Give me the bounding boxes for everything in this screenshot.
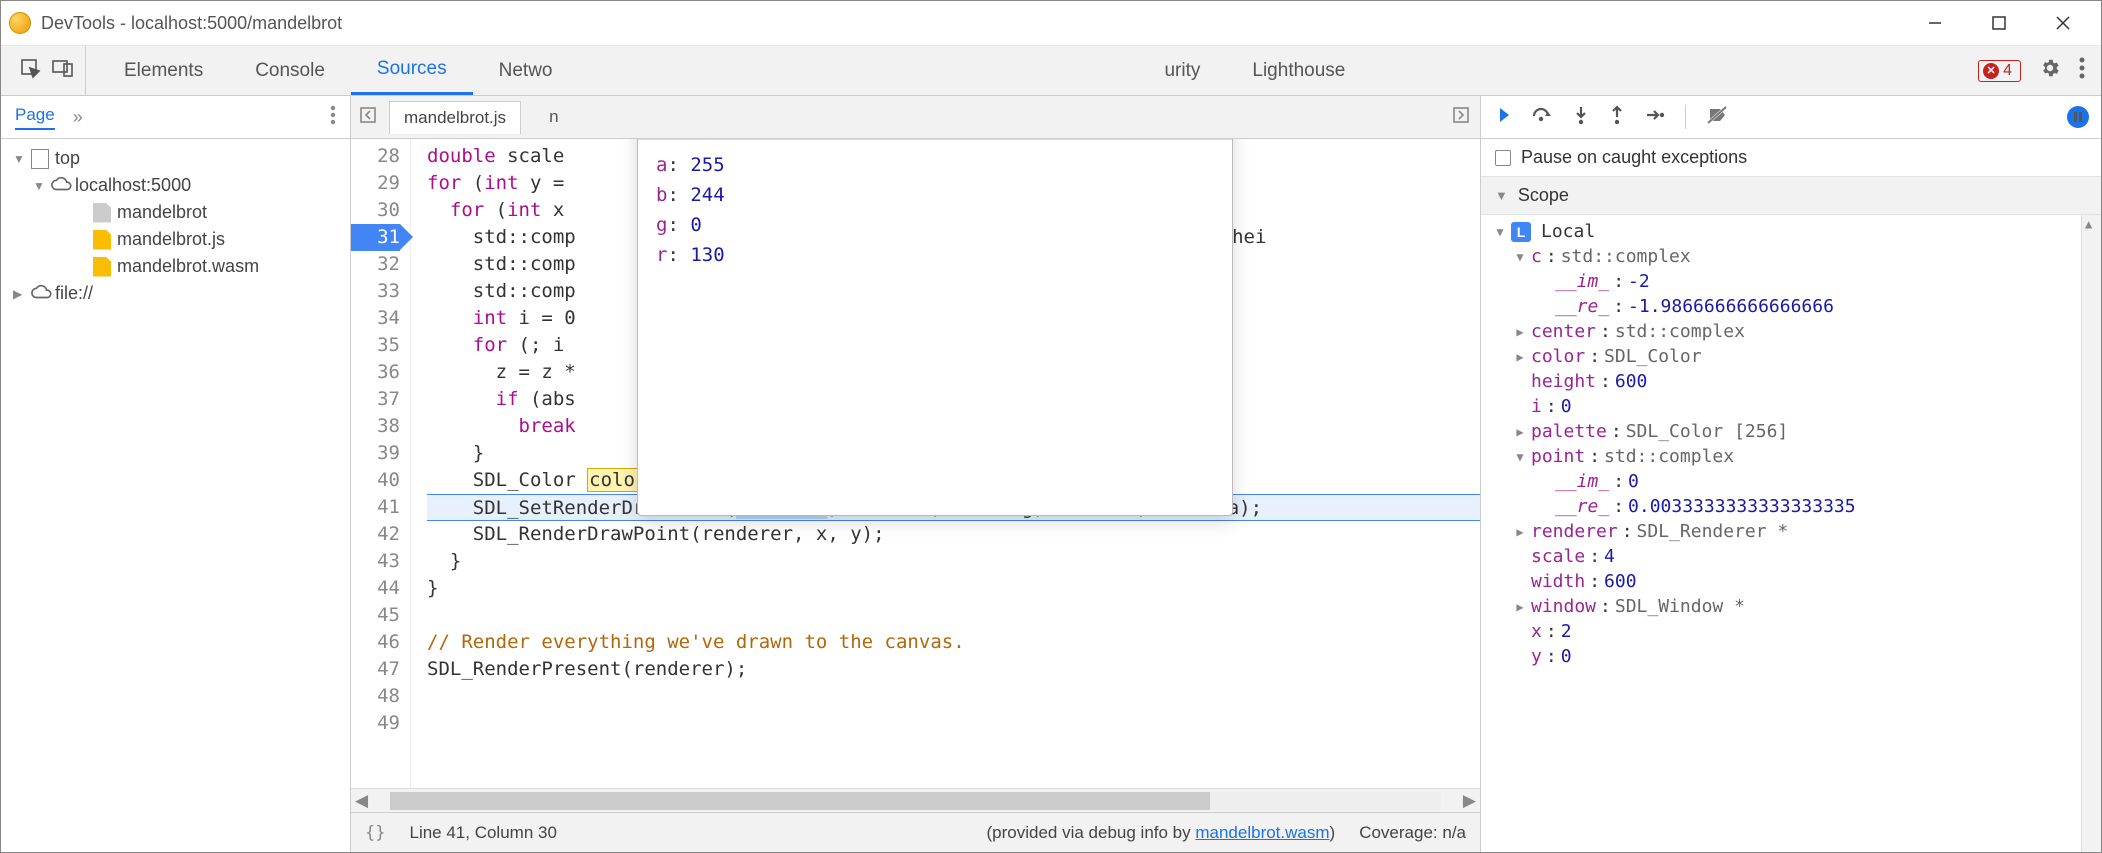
scope-variable-row[interactable]: __re_: -1.9866666666666666: [1489, 294, 2101, 319]
error-badge[interactable]: ✕4: [1978, 60, 2021, 82]
step-into-icon[interactable]: [1573, 105, 1589, 130]
debug-info-link[interactable]: mandelbrot.wasm: [1195, 823, 1329, 842]
scope-scrollbar[interactable]: [2081, 215, 2101, 852]
panel-tabs: Elements Console Sources Netwo urity Lig…: [98, 46, 1970, 95]
tree-item[interactable]: mandelbrot: [1, 199, 350, 226]
navigator-header: Page »: [1, 96, 350, 139]
editor-nav-back-icon[interactable]: [359, 106, 379, 129]
debug-info-source: (provided via debug info by mandelbrot.w…: [987, 823, 1336, 843]
inspect-controls: [9, 46, 86, 95]
window-title: DevTools - localhost:5000/mandelbrot: [41, 13, 1917, 34]
pause-caught-checkbox[interactable]: [1495, 150, 1511, 166]
scope-variable-row[interactable]: height: 600: [1489, 369, 2101, 394]
tab-security[interactable]: urity: [1138, 46, 1226, 95]
tree-item[interactable]: mandelbrot.wasm: [1, 253, 350, 280]
scope-variable-row[interactable]: ▶palette: SDL_Color [256]: [1489, 419, 2101, 444]
navigator-menu-icon[interactable]: [330, 105, 336, 130]
scope-variable-row[interactable]: x: 2: [1489, 619, 2101, 644]
editor-run-snippet-icon[interactable]: [1452, 106, 1472, 129]
titlebar: DevTools - localhost:5000/mandelbrot: [1, 1, 2101, 46]
devtools-favicon: [9, 12, 31, 34]
scope-variable-row[interactable]: ▼point: std::complex: [1489, 444, 2101, 469]
coverage-status: Coverage: n/a: [1359, 823, 1466, 843]
editor-panel: mandelbrot.js n 282930313233343536373839…: [351, 96, 1481, 852]
hover-tooltip: SDL_Color a: 255b: 244g: 0r: 130: [637, 139, 1233, 516]
tree-item[interactable]: ▶file://: [1, 280, 350, 307]
close-button[interactable]: [2045, 8, 2081, 38]
scope-variable-row[interactable]: __re_: 0.0033333333333333335: [1489, 494, 2101, 519]
line-gutter[interactable]: 2829303132333435363738394041424344454647…: [351, 139, 411, 788]
scope-variable-row[interactable]: ▶renderer: SDL_Renderer *: [1489, 519, 2101, 544]
device-toolbar-icon[interactable]: [51, 58, 75, 83]
navigator-tab-page[interactable]: Page: [15, 105, 55, 130]
step-over-icon[interactable]: [1531, 106, 1553, 129]
tree-item[interactable]: mandelbrot.js: [1, 226, 350, 253]
scope-variable-row[interactable]: ▶window: SDL_Window *: [1489, 594, 2101, 619]
scope-local-header[interactable]: ▼LLocal: [1489, 219, 2101, 244]
resume-icon[interactable]: [1493, 106, 1511, 129]
navigator-panel: Page » ▼top▼localhost:5000mandelbrotmand…: [1, 96, 351, 852]
tab-lighthouse[interactable]: Lighthouse: [1226, 46, 1371, 95]
tooltip-body: a: 255b: 244g: 0r: 130: [638, 140, 1232, 280]
chevron-down-icon: ▼: [1495, 188, 1508, 203]
scope-variable-row[interactable]: ▶color: SDL_Color: [1489, 344, 2101, 369]
scope-variable-row[interactable]: __im_: 0: [1489, 469, 2101, 494]
pause-on-caught-row[interactable]: Pause on caught exceptions: [1481, 139, 2101, 177]
navigator-more-tabs-icon[interactable]: »: [73, 107, 81, 128]
step-icon[interactable]: [1645, 107, 1665, 128]
tab-console[interactable]: Console: [229, 46, 351, 95]
maximize-button[interactable]: [1981, 8, 2017, 38]
window-controls: [1917, 8, 2093, 38]
debugger-panel: Pause on caught exceptions ▼ Scope ▼LLoc…: [1481, 96, 2101, 852]
tab-elements[interactable]: Elements: [98, 46, 229, 95]
scope-variable-row[interactable]: scale: 4: [1489, 544, 2101, 569]
tab-sources[interactable]: Sources: [351, 46, 473, 95]
horizontal-scrollbar[interactable]: ◀ ▶: [351, 788, 1480, 812]
more-menu-icon[interactable]: [2079, 57, 2085, 84]
scope-variable-row[interactable]: __im_: -2: [1489, 269, 2101, 294]
tree-item[interactable]: ▼localhost:5000: [1, 172, 350, 199]
scope-section-header[interactable]: ▼ Scope: [1481, 177, 2101, 215]
minimize-button[interactable]: [1917, 8, 1953, 38]
inspect-element-icon[interactable]: [19, 57, 41, 84]
tree-item[interactable]: ▼top: [1, 145, 350, 172]
editor-tabbar: mandelbrot.js n: [351, 96, 1480, 139]
settings-gear-icon[interactable]: [2039, 57, 2061, 84]
debugger-toolbar: [1481, 96, 2101, 139]
panel-tabbar: Elements Console Sources Netwo urity Lig…: [1, 46, 2101, 96]
toolbar-right: ✕4: [1970, 57, 2093, 84]
code-area[interactable]: 2829303132333435363738394041424344454647…: [351, 139, 1480, 788]
pretty-print-icon[interactable]: {}: [365, 823, 385, 843]
tab-network[interactable]: Netwo: [473, 46, 579, 95]
scope-variable-row[interactable]: width: 600: [1489, 569, 2101, 594]
scope-variable-row[interactable]: ▶center: std::complex: [1489, 319, 2101, 344]
editor-tab-hidden: n: [531, 107, 558, 127]
editor-statusbar: {} Line 41, Column 30 (provided via debu…: [351, 812, 1480, 852]
step-out-icon[interactable]: [1609, 105, 1625, 130]
scope-body[interactable]: ▼LLocal ▼c: std::complex__im_: -2__re_: …: [1481, 215, 2101, 852]
file-tree: ▼top▼localhost:5000mandelbrotmandelbrot.…: [1, 139, 350, 852]
pause-on-exceptions-icon[interactable]: [2067, 106, 2089, 128]
scope-variable-row[interactable]: ▼c: std::complex: [1489, 244, 2101, 269]
editor-tab[interactable]: mandelbrot.js: [389, 101, 521, 134]
main-area: Page » ▼top▼localhost:5000mandelbrotmand…: [1, 96, 2101, 852]
scope-variable-row[interactable]: i: 0: [1489, 394, 2101, 419]
deactivate-breakpoints-icon[interactable]: [1706, 105, 1728, 130]
devtools-window: DevTools - localhost:5000/mandelbrot Ele…: [0, 0, 2102, 853]
cursor-position: Line 41, Column 30: [409, 823, 556, 843]
scope-variable-row[interactable]: y: 0: [1489, 644, 2101, 669]
